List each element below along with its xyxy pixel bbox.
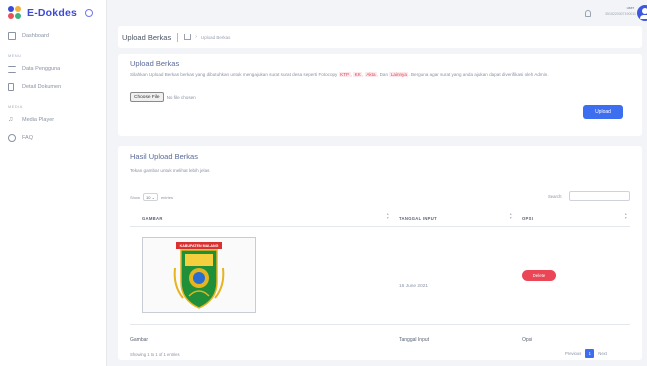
help-icon [8,134,16,142]
sidebar-item-data-pengguna[interactable]: Data Pengguna [0,62,106,76]
pagination: Previous 1 Next [565,349,607,358]
file-status: No file chosen [166,94,196,100]
user-name: user [626,6,634,10]
sidebar-item-label: Dashboard [22,33,49,39]
search-label: Search: [548,194,563,199]
upload-card: Upload Berkas Silahkan Upload Berkas ber… [118,54,642,136]
svg-text:KABUPATEN MALANG: KABUPATEN MALANG [180,244,219,248]
sort-icon[interactable]: ▲ ▼ [509,212,512,220]
upload-button[interactable]: Upload [583,105,623,119]
sort-icon[interactable]: ▲ ▼ [386,212,389,220]
table-info: Showing 1 to 1 of 1 entries [130,352,180,357]
cell-tanggal-input: 16 June 2021 [399,284,429,289]
next-page-button[interactable]: Next [598,351,607,356]
breadcrumb-divider [177,32,179,42]
bell-icon[interactable] [585,10,591,17]
sidebar-item-dashboard[interactable]: Dashboard [0,29,106,43]
footer-column-tanggal: Tanggal Input [399,337,430,343]
delete-button[interactable]: Delete [522,270,556,281]
list-icon [8,65,16,73]
sidebar-section-label: MEDIA [8,104,23,109]
uploaded-image-thumbnail[interactable]: KABUPATEN MALANG [142,237,256,313]
results-title: Hasil Upload Berkas [130,152,198,161]
sidebar-section-label: MENU [8,53,22,58]
sidebar-item-detail-dokumen[interactable]: Detail Dokumen [0,80,106,94]
page-1-button[interactable]: 1 [585,349,595,358]
code-ktp: KTP [338,72,351,77]
kabupaten-malang-logo: KABUPATEN MALANG [173,242,225,309]
brand-title: E-Dokdes [27,7,78,19]
file-input[interactable]: Choose File No file chosen [130,92,196,102]
breadcrumb: Upload Berkas › Upload Berkas [118,26,642,48]
column-header-gambar[interactable]: GAMBAR [142,216,163,221]
entries-select[interactable]: 10 ⌄ [143,193,158,201]
choose-file-button[interactable]: Choose File [130,92,164,102]
monitor-icon [8,32,16,40]
results-hint: Tekan gambar untuk melihat lebih jelas [130,168,210,173]
topbar: user 3515220307190011 [107,0,647,26]
table-footer-divider [130,324,630,325]
code-akta: Akta [364,72,378,77]
document-icon [8,83,14,91]
avatar[interactable] [637,5,647,21]
previous-page-button[interactable]: Previous [565,351,581,356]
sidebar-item-label: FAQ [22,135,34,141]
show-label: Show [130,194,141,200]
footer-column-gambar: Gambar [130,337,149,343]
sidebar-item-faq[interactable]: FAQ [0,131,106,145]
search-input[interactable] [569,191,630,201]
code-lainnya: Lainnya [389,72,409,77]
upload-title: Upload Berkas [130,59,180,68]
results-card: Hasil Upload Berkas Tekan gambar untuk m… [118,146,642,360]
upload-description: Silahkan Upload Berkas berkas yang dibut… [130,72,549,77]
entries-length: Show 10 ⌄ entries [130,193,173,201]
breadcrumb-current: Upload Berkas [200,34,231,40]
music-icon: ♫ [8,116,14,123]
code-kk: KK [353,72,363,77]
sidebar: E-Dokdes Dashboard MENU Data Pengguna De… [0,0,107,366]
sidebar-item-label: Data Pengguna [22,66,61,72]
table-header-divider [130,226,630,227]
user-id: 3515220307190011 [605,12,636,16]
sidebar-item-media-player[interactable]: ♫ Media Player [0,113,106,127]
chevron-right-icon: › [195,34,197,40]
page-title: Upload Berkas [122,32,172,42]
sidebar-item-label: Detail Dokumen [22,84,62,90]
home-icon[interactable] [184,34,192,40]
sort-icon[interactable]: ▲ ▼ [624,212,627,220]
sidebar-item-label: Media Player [22,117,55,123]
column-header-opsi[interactable]: OPSI [522,216,533,221]
brand-logo-icon [8,6,22,20]
entries-label: entries [160,194,173,200]
footer-column-opsi: Opsi [522,337,533,343]
sidebar-toggle-icon[interactable] [85,9,94,17]
brand[interactable]: E-Dokdes [0,0,106,26]
column-header-tanggal[interactable]: TANGGAL INPUT [399,216,437,221]
